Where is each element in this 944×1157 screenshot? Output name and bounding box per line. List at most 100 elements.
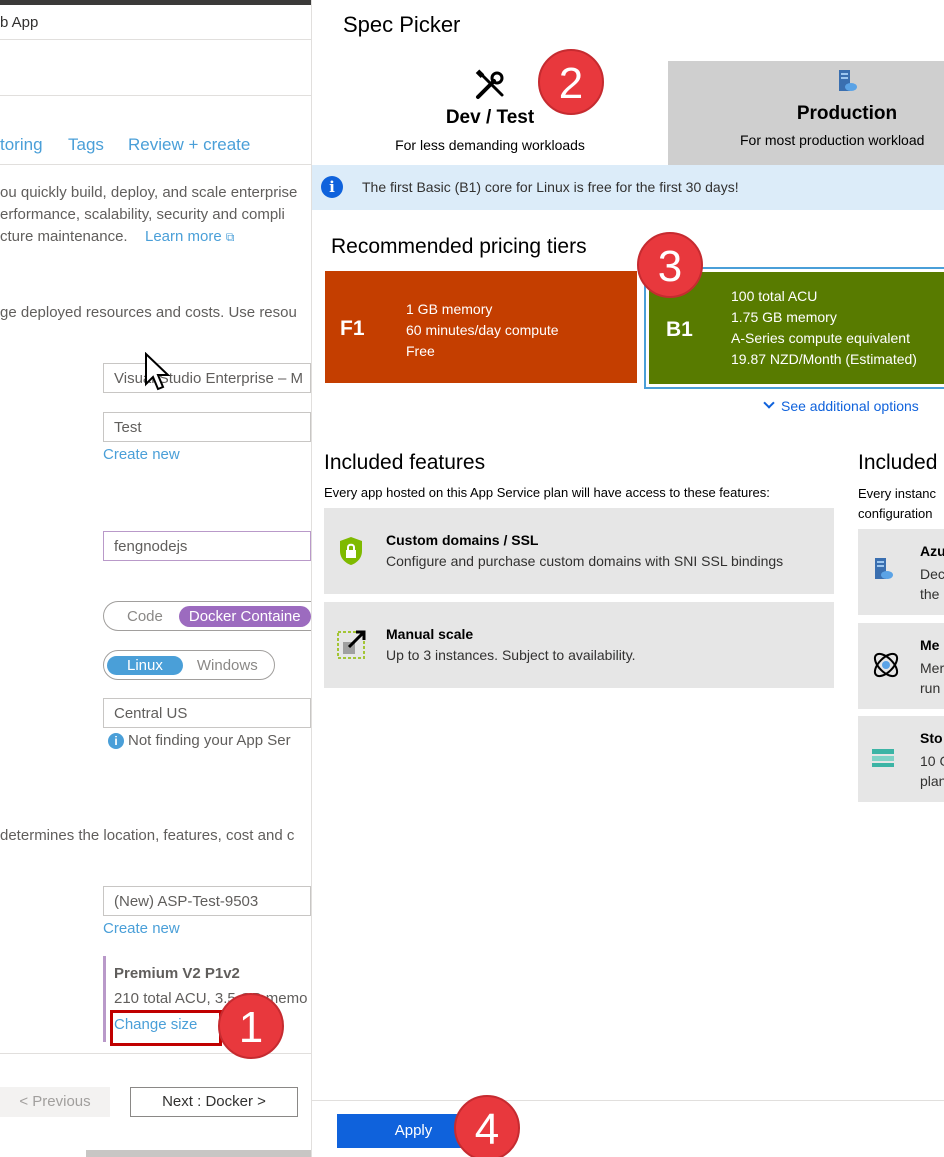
mouse-cursor-icon — [145, 352, 171, 391]
tab-production[interactable]: Production For most production workload — [668, 61, 944, 165]
divider — [0, 164, 311, 165]
storage-icon — [872, 749, 894, 767]
see-additional-options-link[interactable]: See additional options — [761, 397, 919, 414]
panel-title: Spec Picker — [343, 12, 461, 37]
hardware-subtitle-line: configuration — [858, 506, 933, 521]
feature-title: Custom domains / SSL — [386, 532, 539, 548]
tab-dev-test-label: Dev / Test — [445, 107, 535, 128]
info-banner-text: The first Basic (B1) core for Linux is f… — [362, 179, 739, 195]
tier-code: B1 — [666, 318, 693, 341]
hardware-desc: 10 G plan — [920, 751, 944, 791]
tier-card-b1[interactable]: B1 100 total ACU 1.75 GB memory A-Series… — [649, 272, 944, 384]
hardware-title: Me — [920, 637, 940, 653]
feature-desc: Configure and purchase custom domains wi… — [386, 553, 784, 569]
hardware-desc-line: run — [920, 680, 941, 696]
hardware-desc: Dec the — [920, 564, 944, 604]
tab-dev-test[interactable]: Dev / Test For less demanding workloads — [312, 61, 668, 165]
region-hint: Not finding your App Ser — [128, 732, 291, 749]
hardware-title: Azu — [920, 543, 944, 559]
publish-toggle[interactable]: Code Docker Containe — [103, 601, 311, 631]
previous-button[interactable]: < Previous — [0, 1087, 110, 1117]
tier-detail-line: Free — [406, 343, 435, 359]
sku-accent-bar — [103, 956, 106, 1042]
feature-card: Custom domains / SSL Configure and purch… — [324, 508, 834, 594]
description-line: cture maintenance. — [0, 228, 128, 245]
hardware-desc: Mer run — [920, 658, 944, 698]
tier-detail-line: A-Series compute equivalent — [731, 330, 910, 346]
resources-text: ge deployed resources and costs. Use res… — [0, 304, 297, 321]
app-service-plan-select[interactable]: (New) ASP-Test-9503 — [103, 886, 311, 916]
sku-detail: 210 total ACU, 3.5 GB memo — [114, 990, 308, 1007]
region-select[interactable]: Central US — [103, 698, 311, 728]
divider — [0, 39, 311, 40]
hardware-card: Azu Dec the — [858, 529, 944, 615]
info-icon: i — [321, 176, 343, 198]
learn-more-link[interactable]: Learn more ⧉ — [145, 228, 234, 245]
shield-lock-icon — [340, 537, 362, 565]
server-icon — [839, 70, 857, 91]
horizontal-scrollbar[interactable] — [86, 1150, 311, 1157]
hardware-desc-line: Dec — [920, 566, 944, 582]
create-new-plan-link[interactable]: Create new — [103, 920, 180, 937]
tab-dev-test-subtitle: For less demanding workloads — [395, 137, 585, 153]
tier-details: 1 GB memory 60 minutes/day compute Free — [406, 299, 559, 362]
info-icon: i — [108, 733, 124, 749]
callout-badge: 1 — [218, 993, 284, 1059]
tier-code: F1 — [340, 317, 365, 340]
tier-detail-line: 100 total ACU — [731, 288, 818, 304]
see-additional-options-label: See additional options — [781, 398, 919, 414]
tab-tags[interactable]: Tags — [68, 135, 104, 155]
tier-detail-line: 19.87 NZD/Month (Estimated) — [731, 351, 917, 367]
next-docker-button[interactable]: Next : Docker > — [130, 1087, 298, 1117]
hardware-desc-line: plan — [920, 773, 944, 789]
features-heading: Included features — [324, 451, 486, 474]
memory-icon — [873, 652, 899, 678]
callout-badge: 4 — [454, 1095, 520, 1157]
app-name-input[interactable]: fengnodejs — [103, 531, 311, 561]
hardware-desc-line: 10 G — [920, 753, 944, 769]
chevron-down-icon — [763, 397, 775, 409]
tier-card-f1[interactable]: F1 1 GB memory 60 minutes/day compute Fr… — [325, 271, 637, 383]
tab-review-create[interactable]: Review + create — [128, 135, 250, 155]
info-banner: i The first Basic (B1) core for Linux is… — [312, 165, 944, 210]
hardware-desc-line: the — [920, 586, 940, 602]
recommended-heading: Recommended pricing tiers — [331, 235, 587, 258]
highlight-box — [110, 1010, 222, 1046]
tools-icon — [475, 69, 504, 99]
tab-production-label: Production — [796, 103, 898, 124]
publish-option-docker[interactable]: Docker Containe — [178, 605, 311, 627]
resource-group-select[interactable]: Test — [103, 412, 311, 442]
tier-detail-line: 60 minutes/day compute — [406, 322, 559, 338]
subscription-select[interactable]: Visual Studio Enterprise – M — [103, 363, 311, 393]
scale-icon — [337, 630, 366, 659]
hardware-heading: Included — [858, 451, 938, 474]
create-new-resource-group-link[interactable]: Create new — [103, 446, 180, 463]
os-toggle[interactable]: Linux Windows — [103, 650, 275, 680]
description-line: erformance, scalability, security and co… — [0, 206, 285, 223]
sku-name: Premium V2 P1v2 — [114, 965, 240, 982]
hardware-title: Sto — [920, 730, 943, 746]
spec-picker-panel: Spec Picker Dev / Test For less demandin… — [311, 0, 944, 1157]
server-icon — [875, 558, 893, 579]
hardware-subtitle: Every instanc configuration — [858, 484, 936, 524]
tab-monitoring[interactable]: toring — [0, 135, 43, 155]
os-option-linux[interactable]: Linux — [107, 655, 183, 675]
callout-badge: 3 — [637, 232, 703, 298]
feature-title: Manual scale — [386, 626, 474, 642]
feature-card: Manual scale Up to 3 instances. Subject … — [324, 602, 834, 688]
tab-production-subtitle: For most production workload — [740, 132, 925, 148]
footer-divider — [312, 1100, 944, 1101]
tier-details: 100 total ACU 1.75 GB memory A-Series co… — [731, 286, 917, 370]
tier-detail-line: 1.75 GB memory — [731, 309, 837, 325]
hardware-subtitle-line: Every instanc — [858, 486, 937, 501]
callout-badge: 2 — [538, 49, 604, 115]
plan-text: determines the location, features, cost … — [0, 827, 295, 844]
publish-option-code[interactable]: Code — [117, 606, 173, 627]
hardware-desc-line: Mer — [920, 660, 944, 676]
page-title-fragment: b App — [0, 14, 39, 31]
external-link-icon: ⧉ — [225, 230, 235, 244]
hardware-card: Me Mer run — [858, 623, 944, 709]
description-line: ou quickly build, deploy, and scale ente… — [0, 184, 298, 201]
tier-detail-line: 1 GB memory — [406, 301, 493, 317]
os-option-windows[interactable]: Windows — [187, 655, 268, 676]
